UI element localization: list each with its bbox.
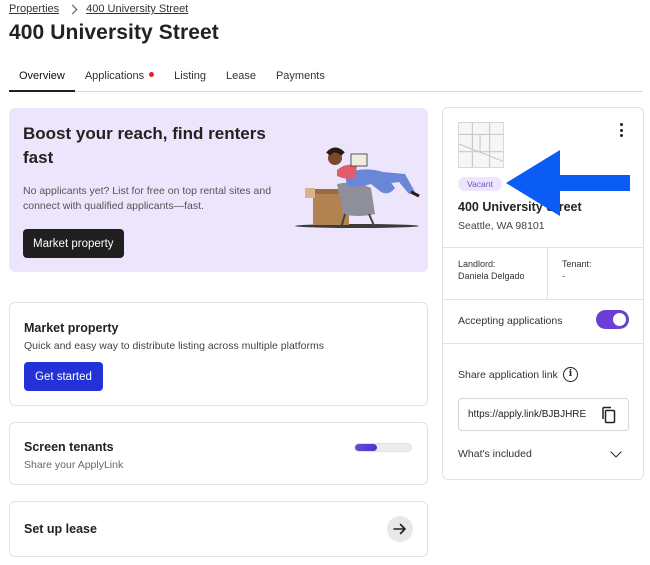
tab-payments[interactable]: Payments <box>266 64 335 91</box>
promo-title: Boost your reach, find renters fast <box>23 124 266 167</box>
screen-tenants-subtitle: Share your ApplyLink <box>24 459 124 471</box>
status-badge: Vacant <box>458 177 502 191</box>
divider-vertical <box>547 247 548 299</box>
property-city: Seattle, WA 98101 <box>458 220 545 232</box>
market-property-title: Market property <box>24 321 119 335</box>
tab-applications[interactable]: Applications <box>75 64 164 91</box>
promo-body: No applicants yet? List for free on top … <box>23 185 272 212</box>
copy-icon[interactable] <box>600 406 618 424</box>
set-up-lease-title: Set up lease <box>24 522 97 536</box>
divider <box>443 299 643 300</box>
landlord-label: Landlord: <box>458 259 496 269</box>
chevron-right-icon <box>67 4 78 14</box>
relaxing-person-illustration <box>295 147 420 229</box>
tab-listing[interactable]: Listing <box>164 64 216 91</box>
tab-bar: Overview Applications Listing Lease Paym… <box>9 64 643 92</box>
breadcrumb: Properties 400 University Street <box>9 3 188 15</box>
chevron-down-icon[interactable] <box>610 446 622 458</box>
tenant-name: - <box>562 271 565 281</box>
get-started-button[interactable]: Get started <box>24 362 103 391</box>
toggle-knob <box>613 313 626 326</box>
property-map-thumbnail <box>458 122 504 168</box>
set-up-lease-card[interactable]: Set up lease <box>9 501 428 557</box>
tab-lease-label: Lease <box>225 70 256 82</box>
annotation-arrow-icon <box>506 150 630 216</box>
market-property-button[interactable]: Market property <box>23 229 124 258</box>
tenant-label: Tenant: <box>562 259 592 269</box>
progress-fill <box>355 444 378 451</box>
market-property-subtitle: Quick and easy way to distribute listing… <box>24 340 324 352</box>
breadcrumb-current-link[interactable]: 400 University Street <box>86 3 188 15</box>
promo-card: Boost your reach, find renters fast No a… <box>9 108 428 272</box>
application-link-field[interactable]: https://apply.link/BJBJHRE <box>458 398 629 431</box>
tab-overview[interactable]: Overview <box>9 64 75 92</box>
landlord-name: Daniela Delgado <box>458 271 525 281</box>
tab-applications-label: Applications <box>84 70 145 82</box>
market-property-card: Market property Quick and easy way to di… <box>9 302 428 406</box>
accepting-applications-label: Accepting applications <box>458 315 563 327</box>
page-title: 400 University Street <box>9 21 219 44</box>
screen-tenants-card[interactable]: Screen tenants Share your ApplyLink <box>9 422 428 485</box>
kebab-menu-icon[interactable] <box>614 122 628 138</box>
tab-listing-label: Listing <box>174 70 206 82</box>
divider <box>443 247 643 248</box>
tab-payments-label: Payments <box>275 70 325 82</box>
whats-included-label[interactable]: What's included <box>458 448 532 460</box>
accepting-applications-toggle[interactable] <box>596 310 629 329</box>
share-application-link-label: Share application link <box>458 369 558 381</box>
notification-dot <box>149 72 155 77</box>
set-up-lease-button[interactable] <box>387 516 413 542</box>
tab-lease[interactable]: Lease <box>216 64 266 91</box>
application-link-url: https://apply.link/BJBJHRE <box>468 409 587 420</box>
info-icon[interactable]: i <box>563 367 578 382</box>
divider <box>443 343 643 344</box>
tab-overview-label: Overview <box>19 70 65 82</box>
screen-tenants-title: Screen tenants <box>24 440 114 454</box>
breadcrumb-properties-link[interactable]: Properties <box>9 3 59 15</box>
screen-tenants-progress <box>354 443 412 452</box>
arrow-right-icon <box>393 523 406 535</box>
